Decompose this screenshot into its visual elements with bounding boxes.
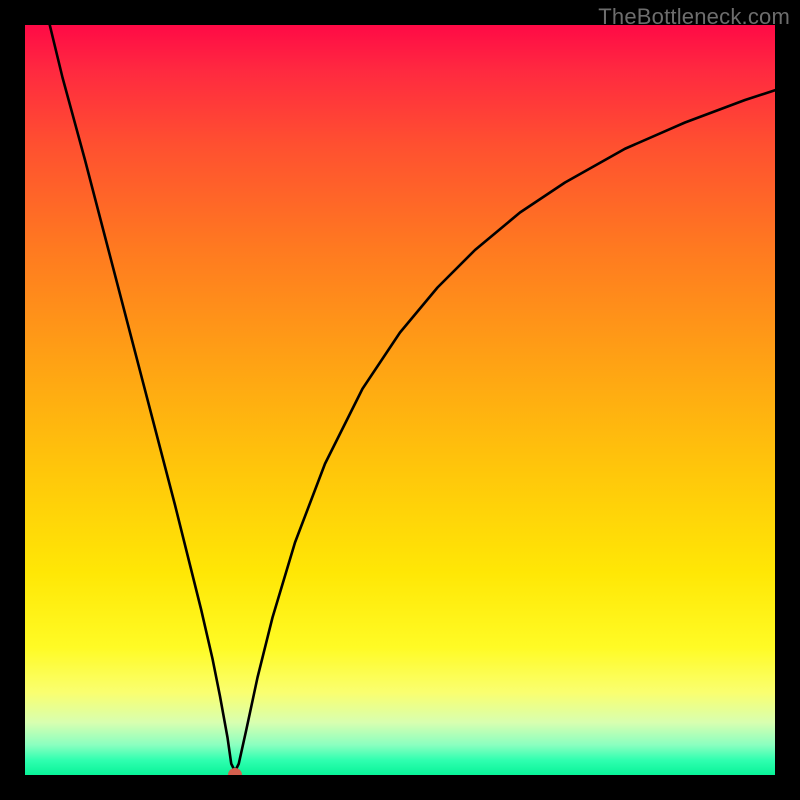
curve-layer [25,25,775,775]
chart-frame: TheBottleneck.com [0,0,800,800]
bottleneck-curve [50,25,775,771]
watermark-text: TheBottleneck.com [598,4,790,30]
optimum-marker [228,768,242,775]
plot-area [25,25,775,775]
